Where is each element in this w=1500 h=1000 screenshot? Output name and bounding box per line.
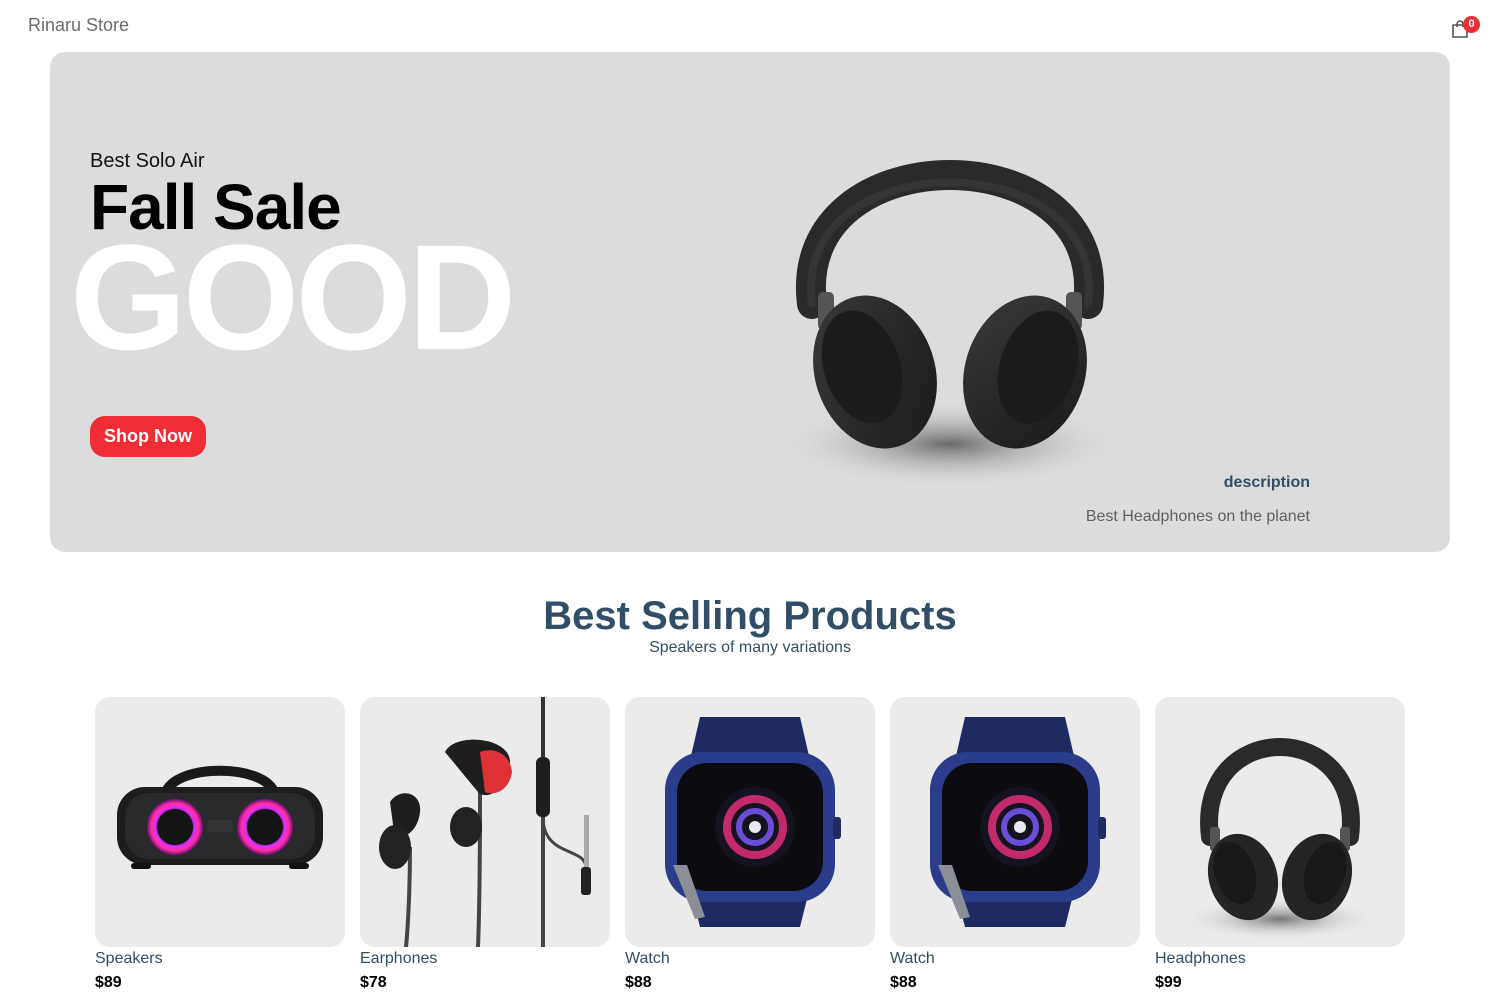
- hero-description-text: Best Headphones on the planet: [1085, 508, 1310, 525]
- hero-large-text: GOOD: [70, 213, 516, 381]
- earphones-image: [379, 697, 591, 947]
- product-image[interactable]: [1155, 697, 1405, 947]
- shop-now-button[interactable]: Shop Now: [90, 416, 206, 457]
- product-price: $88: [625, 974, 652, 991]
- watch-image: [930, 717, 1106, 927]
- product-card[interactable]: Speakers $89: [95, 697, 345, 1000]
- product-price: $78: [360, 974, 387, 991]
- product-name[interactable]: Watch: [890, 950, 935, 968]
- product-image[interactable]: [95, 697, 345, 947]
- hero-description-title: description: [1223, 474, 1310, 491]
- product-card[interactable]: Earphones $78: [360, 697, 610, 1000]
- cart-button[interactable]: 0: [1448, 14, 1480, 42]
- product-card[interactable]: Watch $88: [625, 697, 875, 1000]
- product-name[interactable]: Headphones: [1155, 950, 1246, 968]
- product-card[interactable]: Watch $88: [890, 697, 1140, 1000]
- speaker-image: [117, 765, 323, 869]
- section-subtitle: Speakers of many variations: [649, 639, 851, 656]
- watch-image: [665, 717, 841, 927]
- navbar: Rinaru Store 0: [0, 0, 1500, 52]
- section-title: Best Selling Products: [543, 594, 957, 638]
- cart-count-badge: 0: [1463, 16, 1480, 33]
- product-price: $89: [95, 974, 122, 991]
- product-card[interactable]: Headphones $99: [1155, 697, 1405, 1000]
- hero-banner: Best Solo Air Fall Sale GOOD Shop Now de…: [50, 52, 1450, 552]
- product-image[interactable]: [890, 697, 1140, 947]
- product-name[interactable]: Speakers: [95, 950, 163, 968]
- product-image[interactable]: [625, 697, 875, 947]
- product-name[interactable]: Earphones: [360, 950, 437, 968]
- product-image[interactable]: [360, 697, 610, 947]
- store-logo[interactable]: Rinaru Store: [28, 15, 129, 36]
- product-price: $88: [890, 974, 917, 991]
- headphones-image: [1180, 738, 1380, 941]
- hero-headphones-image: [775, 160, 1125, 489]
- product-name[interactable]: Watch: [625, 950, 670, 968]
- product-price: $99: [1155, 974, 1182, 991]
- products-grid: Speakers $89 Earphones $78 Watch $88 Wat…: [95, 697, 1405, 1000]
